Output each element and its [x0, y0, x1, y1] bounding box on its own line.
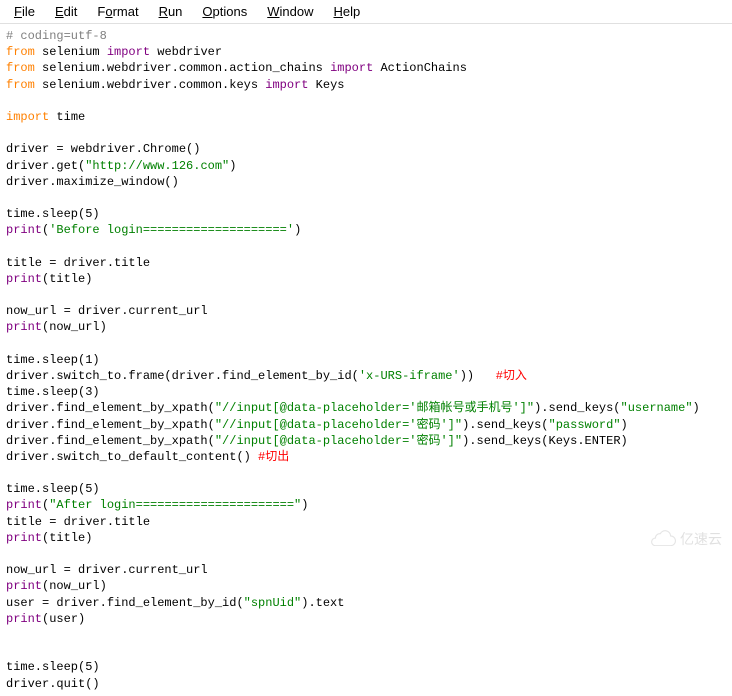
code-string: "//input[@data-placeholder='邮箱帐号或手机号']" [215, 401, 534, 415]
code-text: ).text [301, 596, 344, 610]
menubar: File Edit Format Run Options Window Help [0, 0, 732, 24]
code-text: Keys [308, 78, 344, 92]
menu-help-label: elp [343, 4, 360, 19]
code-keyword: from [6, 45, 35, 59]
code-keyword: from [6, 61, 35, 75]
menu-help[interactable]: Help [324, 2, 371, 21]
code-text: driver.quit() [6, 677, 100, 691]
code-text: now_url = driver.current_url [6, 563, 208, 577]
code-text: (now_url) [42, 579, 107, 593]
code-string: "username" [621, 401, 693, 415]
code-text: title = driver.title [6, 256, 150, 270]
code-text: driver.switch_to.frame(driver.find_eleme… [6, 369, 359, 383]
code-builtin: print [6, 579, 42, 593]
code-text: driver.find_element_by_xpath( [6, 418, 215, 432]
code-text: time.sleep(1) [6, 353, 100, 367]
code-string: "//input[@data-placeholder='密码']" [215, 434, 462, 448]
code-builtin: print [6, 223, 42, 237]
code-keyword: import [107, 45, 150, 59]
menu-options[interactable]: Options [192, 2, 257, 21]
code-keyword: import [6, 110, 49, 124]
code-builtin: print [6, 531, 42, 545]
watermark: 亿速云 [650, 528, 722, 549]
menu-file-label: ile [22, 4, 35, 19]
menu-run[interactable]: Run [149, 2, 193, 21]
code-comment: # coding=utf-8 [6, 29, 107, 43]
code-text: (title) [42, 272, 92, 286]
code-editor[interactable]: # coding=utf-8 from selenium import webd… [0, 24, 732, 696]
code-keyword: import [265, 78, 308, 92]
code-text: (title) [42, 531, 92, 545]
code-text: (user) [42, 612, 85, 626]
code-text: ).send_keys( [462, 418, 548, 432]
code-text: time.sleep(5) [6, 482, 100, 496]
menu-file[interactable]: File [4, 2, 45, 21]
code-text: driver.find_element_by_xpath( [6, 434, 215, 448]
watermark-text: 亿速云 [680, 529, 722, 549]
code-text: driver.switch_to_default_content() [6, 450, 258, 464]
code-text: driver.get( [6, 159, 85, 173]
menu-window-label: indow [280, 4, 314, 19]
code-comment: #切入 [496, 369, 527, 383]
code-comment: #切出 [258, 450, 289, 464]
code-text: driver.maximize_window() [6, 175, 179, 189]
code-string: "http://www.126.com" [85, 159, 229, 173]
code-text: ).send_keys(Keys.ENTER) [462, 434, 628, 448]
cloud-icon [650, 528, 676, 549]
code-text: ).send_keys( [534, 401, 620, 415]
code-text: webdriver [150, 45, 222, 59]
code-text: ) [229, 159, 236, 173]
code-text: time.sleep(5) [6, 660, 100, 674]
menu-run-label: un [168, 4, 182, 19]
code-text: user = driver.find_element_by_id( [6, 596, 244, 610]
code-text: selenium.webdriver.common.keys [35, 78, 265, 92]
code-string: 'x-URS-iframe' [359, 369, 460, 383]
code-text: time.sleep(3) [6, 385, 100, 399]
menu-format-label: Format [97, 4, 138, 19]
code-text: ) [294, 223, 301, 237]
code-keyword: import [330, 61, 373, 75]
menu-format[interactable]: Format [87, 2, 148, 21]
code-keyword: from [6, 78, 35, 92]
code-string: "After login======================" [49, 498, 301, 512]
code-string: "password" [549, 418, 621, 432]
code-text: selenium.webdriver.common.action_chains [35, 61, 330, 75]
code-text: ) [301, 498, 308, 512]
code-text: ) [621, 418, 628, 432]
code-string: "spnUid" [244, 596, 302, 610]
code-text: time [49, 110, 85, 124]
menu-window[interactable]: Window [257, 2, 323, 21]
code-text: ) [693, 401, 700, 415]
code-text: driver = webdriver.Chrome() [6, 142, 200, 156]
code-text: driver.find_element_by_xpath( [6, 401, 215, 415]
code-text: title = driver.title [6, 515, 150, 529]
code-builtin: print [6, 498, 42, 512]
code-string: 'Before login====================' [49, 223, 294, 237]
menu-options-label: ptions [213, 4, 248, 19]
code-text: ActionChains [373, 61, 467, 75]
code-string: "//input[@data-placeholder='密码']" [215, 418, 462, 432]
code-text: (now_url) [42, 320, 107, 334]
code-text: now_url = driver.current_url [6, 304, 208, 318]
code-text: )) [460, 369, 496, 383]
code-builtin: print [6, 320, 42, 334]
menu-edit[interactable]: Edit [45, 2, 87, 21]
code-text: time.sleep(5) [6, 207, 100, 221]
code-text: selenium [35, 45, 107, 59]
menu-edit-label: dit [64, 4, 78, 19]
code-builtin: print [6, 272, 42, 286]
code-builtin: print [6, 612, 42, 626]
